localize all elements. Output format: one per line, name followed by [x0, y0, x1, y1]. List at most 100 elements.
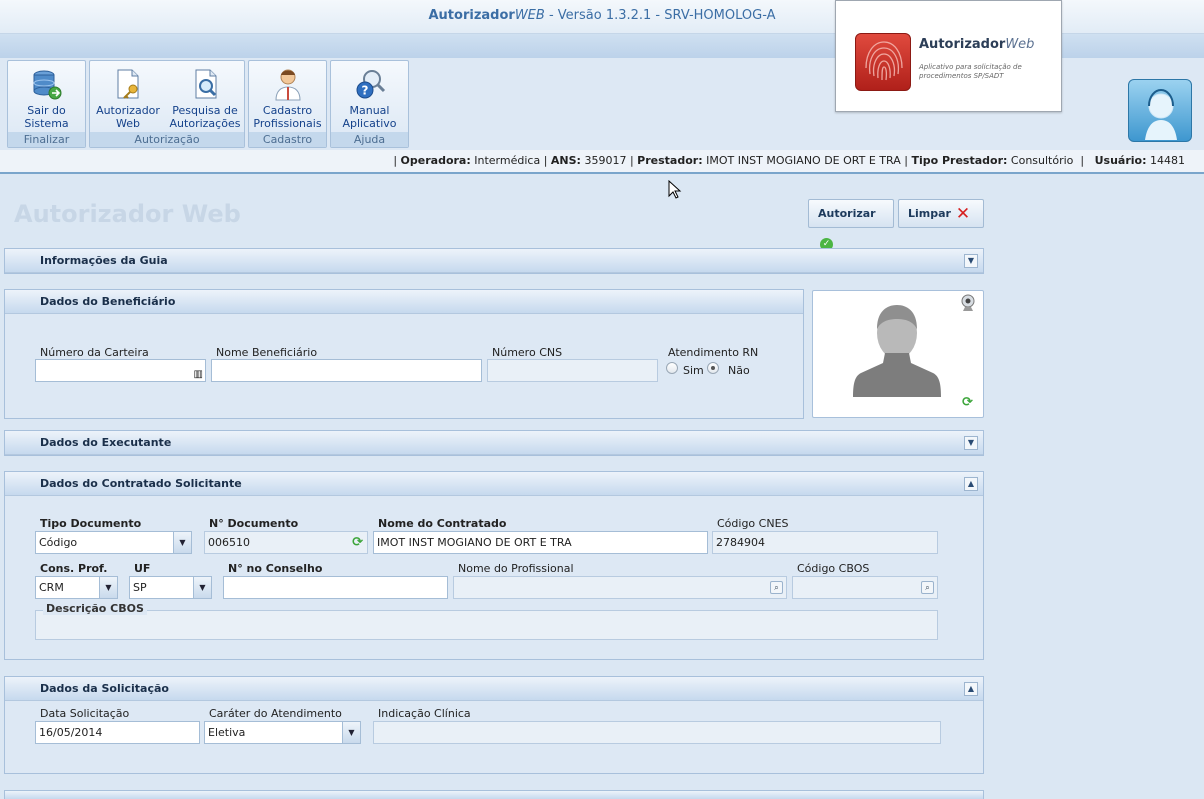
cadastro-line2: Profissionais	[253, 117, 322, 130]
pesquisa-line2: Autorizações	[169, 117, 241, 130]
panel-beneficiario: Dados do Beneficiário Número da Carteira…	[4, 289, 804, 419]
collapse-contratado-toggle[interactable]: ▲	[964, 477, 978, 491]
cns-input[interactable]	[487, 359, 658, 382]
search-icon[interactable]: ⌕	[921, 581, 934, 594]
indicacao-clinica-input[interactable]	[373, 721, 941, 744]
codigo-cnes-input[interactable]: 2784904	[712, 531, 938, 554]
ribbon-group-ajuda: ? Manual Aplicativo Ajuda	[330, 60, 409, 148]
webcam-icon[interactable]	[960, 293, 976, 313]
cons-prof-select[interactable]: CRM ▼	[35, 576, 118, 599]
cons-prof-label: Cons. Prof.	[40, 562, 108, 575]
logo-brand: Autorizador	[919, 37, 1006, 52]
panel-title-contratado[interactable]: Dados do Contratado Solicitante	[5, 472, 983, 496]
collapse-solicitacao-toggle[interactable]: ▲	[964, 682, 978, 696]
autorizar-label: Autorizar	[818, 207, 876, 220]
chevron-down-icon[interactable]: ▼	[193, 577, 211, 598]
carteira-input[interactable]: ▥	[35, 359, 206, 382]
carater-atendimento-select[interactable]: Eletiva ▼	[204, 721, 361, 744]
manual-aplicativo-button[interactable]: ? Manual Aplicativo	[331, 61, 408, 130]
refresh-documento-icon[interactable]: ⟳	[352, 532, 363, 553]
document-key-icon	[117, 69, 139, 99]
num-documento-input[interactable]: 006510 ⟳	[204, 531, 368, 554]
page-title: Autorizador Web	[14, 200, 241, 228]
group-label-autorizacao: Autorização	[90, 132, 244, 147]
barcode-icon[interactable]: ▥	[194, 364, 203, 385]
tipo-documento-label: Tipo Documento	[40, 517, 142, 530]
nome-contratado-value: IMOT INST MOGIANO DE ORT E TRA	[377, 536, 572, 549]
expand-guia-toggle[interactable]: ▼	[964, 254, 978, 268]
panel-informacoes-guia: Informações da Guia ▼	[4, 248, 984, 274]
autorizar-button[interactable]: Autorizar ✓	[808, 199, 894, 251]
search-icon[interactable]: ⌕	[770, 581, 783, 594]
title-brand: Autorizador	[428, 8, 515, 23]
nome-beneficiario-input[interactable]	[211, 359, 482, 382]
app-logo: AutorizadorWeb Aplicativo para solicitaç…	[835, 0, 1062, 112]
expand-executante-toggle[interactable]: ▼	[964, 436, 978, 450]
prestador-value: IMOT INST MOGIANO DE ORT E TRA	[706, 154, 901, 167]
panel-title-guia[interactable]: Informações da Guia	[5, 249, 983, 273]
cadastro-profissionais-button[interactable]: Cadastro Profissionais	[249, 61, 326, 130]
panel-title-beneficiario: Dados do Beneficiário	[5, 290, 803, 314]
chevron-down-icon[interactable]: ▼	[173, 532, 191, 553]
tipo-documento-value: Código	[39, 536, 78, 549]
data-solicitacao-value: 16/05/2014	[39, 726, 103, 739]
rn-sim-label: Sim	[683, 364, 704, 377]
descricao-cbos-field[interactable]	[35, 610, 938, 640]
refresh-photo-icon[interactable]: ⟳	[962, 395, 973, 410]
next-panel-header	[4, 790, 984, 799]
rn-sim-radio[interactable]	[666, 362, 678, 374]
chevron-down-icon[interactable]: ▼	[99, 577, 117, 598]
logo-title: AutorizadorWeb	[919, 37, 1034, 52]
ribbon-group-finalizar: Sair do Sistema Finalizar	[7, 60, 86, 148]
num-documento-value: 006510	[208, 536, 250, 549]
close-icon: ✕	[955, 204, 971, 224]
group-label-finalizar: Finalizar	[8, 132, 85, 147]
descricao-cbos-label: Descrição CBOS	[43, 602, 147, 615]
limpar-button[interactable]: Limpar ✕	[898, 199, 984, 228]
uf-value: SP	[133, 581, 147, 594]
cadastro-line1: Cadastro	[262, 104, 313, 117]
num-conselho-input[interactable]	[223, 576, 448, 599]
doctor-icon	[274, 69, 301, 101]
group-label-ajuda: Ajuda	[331, 132, 408, 147]
fingerprint-icon	[855, 33, 911, 91]
logo-web: Web	[1005, 37, 1035, 52]
atendimento-rn-label: Atendimento RN	[668, 346, 759, 359]
nome-profissional-input[interactable]: ⌕	[453, 576, 787, 599]
data-solicitacao-input[interactable]: 16/05/2014	[35, 721, 200, 744]
sair-line1: Sair do	[27, 104, 66, 117]
rn-nao-radio[interactable]	[707, 362, 719, 374]
tipo-documento-select[interactable]: Código ▼	[35, 531, 192, 554]
nome-beneficiario-label: Nome Beneficiário	[216, 346, 318, 359]
panel-solicitacao: Dados da Solicitação ▲ Data Solicitação …	[4, 676, 984, 774]
autorizador-line1: Autorizador	[96, 104, 160, 117]
autorizador-web-button[interactable]: Autorizador Web	[93, 61, 163, 130]
mouse-cursor-icon	[668, 180, 682, 199]
codigo-cnes-value: 2784904	[716, 536, 765, 549]
manual-line1: Manual	[349, 104, 390, 117]
nome-profissional-label: Nome do Profissional	[458, 562, 574, 575]
pesquisa-line1: Pesquisa de	[172, 104, 238, 117]
panel-title-solicitacao[interactable]: Dados da Solicitação	[5, 677, 983, 701]
nome-contratado-input[interactable]: IMOT INST MOGIANO DE ORT E TRA	[373, 531, 708, 554]
codigo-cnes-label: Código CNES	[717, 517, 789, 530]
usuario-value: 14481	[1150, 154, 1185, 167]
uf-select[interactable]: SP ▼	[129, 576, 212, 599]
panel-title-executante[interactable]: Dados do Executante	[5, 431, 983, 455]
support-agent-icon[interactable]	[1128, 79, 1192, 142]
panel-contratado-solicitante: Dados do Contratado Solicitante ▲ Tipo D…	[4, 471, 984, 660]
pesquisa-autorizacoes-button[interactable]: Pesquisa de Autorizações	[168, 61, 242, 130]
sair-sistema-button[interactable]: Sair do Sistema	[8, 61, 85, 130]
title-web: WEB	[514, 8, 545, 23]
ans-label: ANS:	[550, 154, 581, 167]
svg-text:?: ?	[361, 84, 368, 98]
operadora-value: Intermédica	[474, 154, 541, 167]
codigo-cbos-input[interactable]: ⌕	[792, 576, 938, 599]
cons-prof-value: CRM	[39, 581, 64, 594]
chevron-down-icon[interactable]: ▼	[342, 722, 360, 743]
group-label-cadastro: Cadastro	[249, 132, 326, 147]
data-solicitacao-label: Data Solicitação	[40, 707, 130, 720]
database-exit-icon	[33, 70, 61, 100]
num-conselho-label: N° no Conselho	[228, 562, 323, 575]
tipo-prestador-value: Consultório	[1010, 154, 1074, 167]
